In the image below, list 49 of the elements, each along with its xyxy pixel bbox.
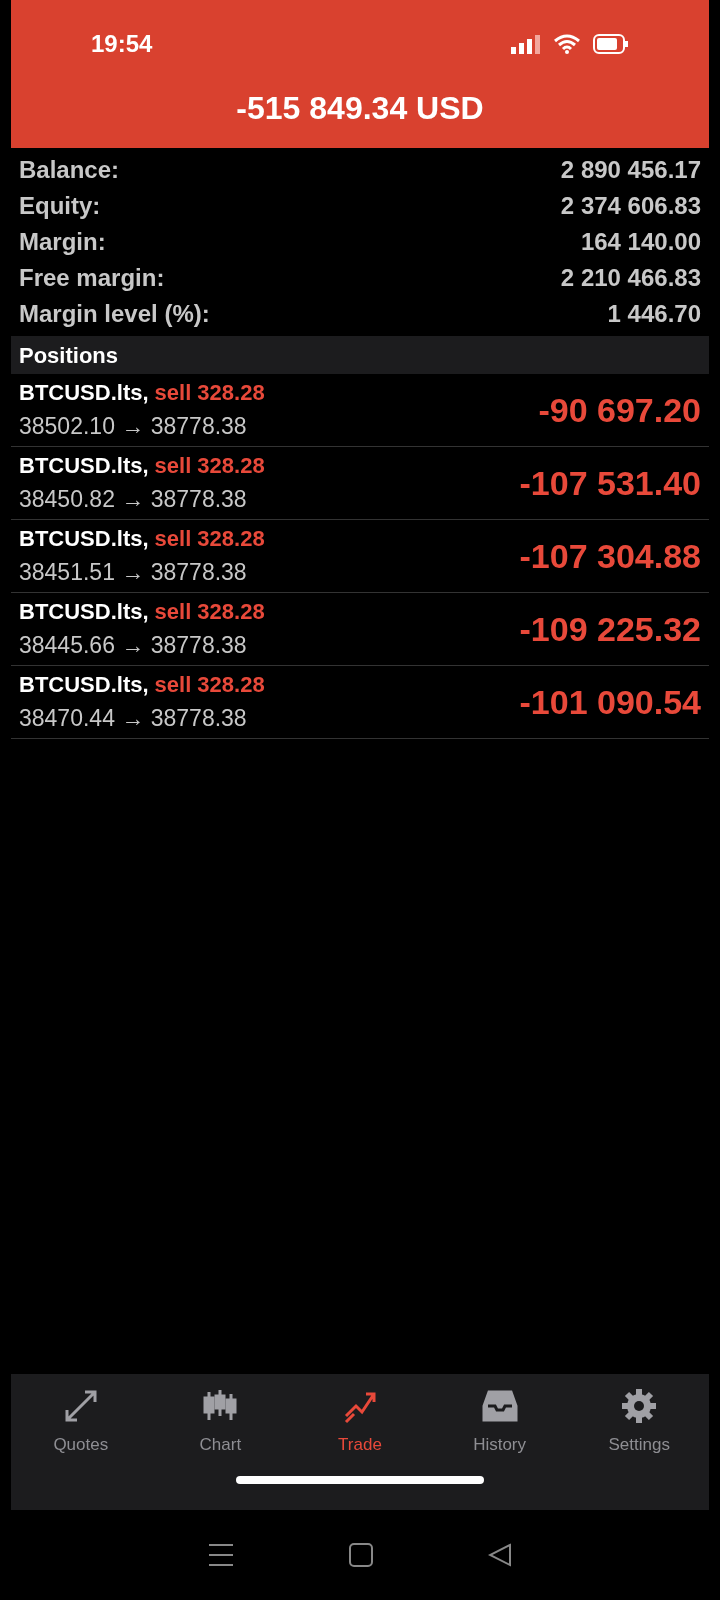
total-profit: -515 849.34 USD xyxy=(236,89,484,128)
section-title: Positions xyxy=(19,341,118,370)
battery-icon xyxy=(593,34,629,54)
trade-side: sell 328.28 xyxy=(154,598,265,627)
trade-side: sell 328.28 xyxy=(154,671,265,700)
price-range: 38451.51 → 38778.38 xyxy=(19,558,248,588)
summary-value: 2 890 456.17 xyxy=(560,155,701,185)
summary-value: 164 140.00 xyxy=(580,227,701,257)
trade-side: sell 328.28 xyxy=(154,379,265,408)
summary-label: Free margin: xyxy=(19,263,165,293)
position-row[interactable]: BTCUSD.lts, sell 328.28 38450.82 → 38778.38 -107 531.40 xyxy=(11,447,709,520)
symbol: BTCUSD.lts, xyxy=(19,598,149,627)
trade-side: sell 328.28 xyxy=(154,525,265,554)
symbol: BTCUSD.lts, xyxy=(19,379,149,408)
price-range: 38502.10 → 38778.38 xyxy=(19,412,248,442)
position-profit: -109 225.32 xyxy=(519,608,701,650)
symbol: BTCUSD.lts, xyxy=(19,671,149,700)
summary-value: 2 210 466.83 xyxy=(560,263,701,293)
symbol: BTCUSD.lts, xyxy=(19,525,149,554)
position-row[interactable]: BTCUSD.lts, sell 328.28 38445.66 → 38778.38 -109 225.32 xyxy=(11,593,709,666)
signal-icon xyxy=(511,34,541,54)
trade-side: sell 328.28 xyxy=(154,452,265,481)
wifi-icon xyxy=(553,34,581,54)
menu-icon[interactable] xyxy=(208,1543,235,1567)
summary-label: Margin level (%): xyxy=(19,299,210,329)
price-range: 38445.66 → 38778.38 xyxy=(19,631,248,661)
summary-value: 2 374 606.83 xyxy=(560,191,701,221)
summary-label: Margin: xyxy=(19,227,106,257)
tab[interactable]: Chart xyxy=(165,1386,276,1458)
price-range: 38450.82 → 38778.38 xyxy=(19,485,248,515)
position-profit: -101 090.54 xyxy=(519,681,701,723)
position-profit: -90 697.20 xyxy=(538,389,701,431)
symbol: BTCUSD.lts, xyxy=(19,452,149,481)
summary-value: 1 446.70 xyxy=(607,299,701,329)
summary-label: Balance: xyxy=(19,155,120,185)
summary-label: Equity: xyxy=(19,191,101,221)
position-profit: -107 531.40 xyxy=(519,462,701,504)
tab[interactable]: Quotes xyxy=(25,1386,136,1458)
position-row[interactable]: BTCUSD.lts, sell 328.28 38451.51 → 38778.38 -107 304.88 xyxy=(11,520,709,593)
position-profit: -107 304.88 xyxy=(519,535,701,577)
price-range: 38470.44 → 38778.38 xyxy=(19,704,248,734)
back-icon[interactable] xyxy=(487,1543,512,1567)
home-icon[interactable] xyxy=(349,1543,373,1567)
position-row[interactable]: BTCUSD.lts, sell 328.28 38470.44 → 38778.38 -101 090.54 xyxy=(11,666,709,739)
tab[interactable]: History xyxy=(444,1386,555,1458)
tab[interactable]: Trade xyxy=(305,1386,415,1458)
position-row[interactable]: BTCUSD.lts, sell 328.28 38502.10 → 38778.38 -90 697.20 xyxy=(11,374,709,447)
tab[interactable]: Settings xyxy=(584,1386,695,1458)
status-time: 19:54 xyxy=(91,29,153,59)
